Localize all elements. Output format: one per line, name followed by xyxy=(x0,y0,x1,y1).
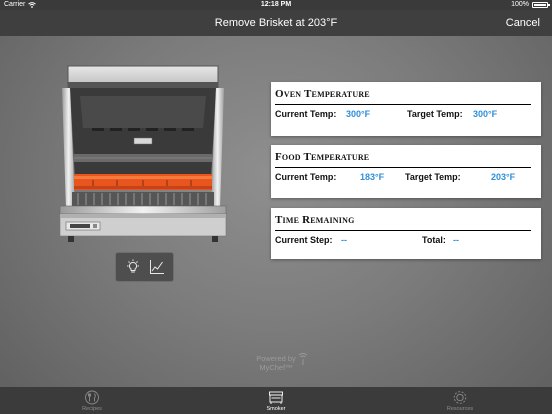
food-current-value: 183°F xyxy=(360,172,385,182)
smoker-icon xyxy=(269,391,283,404)
food-current-label: Current Temp: xyxy=(275,172,337,182)
food-temperature-title: Food Temperature xyxy=(275,151,370,163)
food-temperature-card: Food Temperature Current Temp: 183°F Tar… xyxy=(271,145,541,198)
tab-recipes-label: Recipes xyxy=(82,406,102,412)
grill-controls xyxy=(115,252,174,282)
battery-percent: 100% xyxy=(511,1,529,8)
light-toggle-button[interactable] xyxy=(125,259,141,275)
tab-smoker-label: Smoker xyxy=(266,406,286,412)
tab-bar: Recipes Smoker Resources xyxy=(0,387,552,414)
mychef-signal-icon xyxy=(298,353,308,365)
status-time: 12:18 PM xyxy=(260,1,292,8)
tab-resources[interactable]: Resources xyxy=(430,387,490,414)
tab-resources-label: Resources xyxy=(446,406,474,412)
gear-icon xyxy=(453,391,467,404)
time-remaining-row: Current Step: -- Total: -- xyxy=(271,231,541,251)
grill-image xyxy=(59,65,227,242)
food-target-label: Target Temp: xyxy=(405,172,461,182)
oven-current-label: Current Temp: xyxy=(275,109,337,119)
battery-icon xyxy=(532,1,550,8)
time-remaining-card: Time Remaining Current Step: -- Total: -… xyxy=(271,208,541,259)
total-time-label: Total: xyxy=(422,235,446,245)
graph-button[interactable] xyxy=(149,259,165,275)
current-step-value: -- xyxy=(341,235,347,245)
oven-temperature-row: Current Temp: 300°F Target Temp: 300°F xyxy=(271,105,541,125)
oven-target-label: Target Temp: xyxy=(407,109,463,119)
oven-temperature-card: Oven Temperature Current Temp: 300°F Tar… xyxy=(271,82,541,136)
fork-knife-icon xyxy=(85,390,99,405)
powered-by-logo: Powered by MyChef™ xyxy=(236,353,316,372)
navigation-bar: Remove Brisket at 203°F Cancel xyxy=(0,10,552,36)
line-chart-icon xyxy=(149,260,164,274)
status-right: 100% xyxy=(511,1,550,8)
total-time-value: -- xyxy=(453,235,459,245)
food-target-value: 203°F xyxy=(491,172,516,182)
oven-target-value: 300°F xyxy=(473,109,498,119)
time-remaining-title: Time Remaining xyxy=(275,214,355,226)
cancel-button[interactable]: Cancel xyxy=(506,17,540,29)
tab-smoker[interactable]: Smoker xyxy=(246,387,306,414)
food-temperature-row: Current Temp: 183°F Target Temp: 203°F xyxy=(271,168,541,188)
page-title: Remove Brisket at 203°F xyxy=(214,17,338,29)
current-step-label: Current Step: xyxy=(275,235,333,245)
status-bar: Carrier 12:18 PM 100% xyxy=(0,0,552,10)
oven-current-value: 300°F xyxy=(346,109,371,119)
lightbulb-icon xyxy=(126,259,139,273)
oven-temperature-title: Oven Temperature xyxy=(275,88,370,100)
tab-recipes[interactable]: Recipes xyxy=(62,387,122,414)
